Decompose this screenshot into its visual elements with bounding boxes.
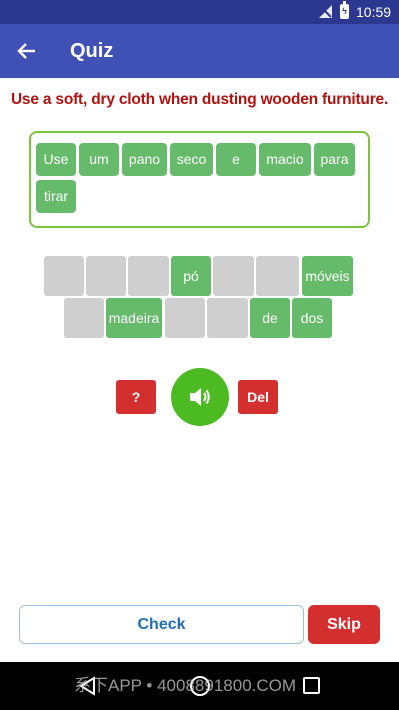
word-tile-empty (44, 256, 84, 296)
word-tile[interactable]: dos (292, 298, 332, 338)
word-tile-empty (213, 256, 254, 296)
speaker-icon (190, 388, 210, 406)
check-button[interactable]: Check (19, 605, 304, 644)
word-tile[interactable]: de (250, 298, 290, 338)
battery-charging-icon: ϟ (340, 1, 349, 19)
answer-chip[interactable]: macio (259, 143, 311, 176)
delete-button[interactable]: Del (238, 380, 278, 414)
word-tile-empty (207, 298, 248, 338)
answer-box: Use um pano seco e macio para tirar (29, 131, 370, 228)
watermark: 系下APP • 4008891800.COM (74, 676, 297, 695)
word-tile-empty (86, 256, 126, 296)
skip-button[interactable]: Skip (308, 605, 380, 644)
app-bar: Quiz (0, 24, 399, 78)
word-tile-empty (165, 298, 205, 338)
word-tile-empty (64, 298, 104, 338)
word-tile[interactable]: móveis (302, 256, 353, 296)
arrow-left-icon[interactable] (14, 38, 40, 64)
answer-chip[interactable]: tirar (36, 180, 76, 213)
status-time: 10:59 (356, 4, 392, 20)
play-sound-button[interactable] (171, 368, 229, 426)
signal-off-icon (319, 5, 332, 18)
word-tile[interactable]: pó (171, 256, 211, 296)
prompt-sentence: Use a soft, dry cloth when dusting woode… (10, 91, 389, 108)
answer-chip[interactable]: pano (122, 143, 167, 176)
answer-chip[interactable]: um (79, 143, 119, 176)
hint-button[interactable]: ? (116, 380, 156, 414)
answer-chip[interactable]: para (314, 143, 355, 176)
navigation-bar: 系下APP • 4008891800.COM (0, 662, 399, 710)
status-bar: ϟ 10:59 (0, 0, 399, 24)
word-tile-empty (128, 256, 169, 296)
word-tile-empty (256, 256, 299, 296)
answer-chip[interactable]: e (216, 143, 256, 176)
page-title: Quiz (70, 40, 114, 62)
word-tile[interactable]: madeira (106, 298, 162, 338)
answer-chip[interactable]: Use (36, 143, 76, 176)
answer-chip[interactable]: seco (170, 143, 213, 176)
